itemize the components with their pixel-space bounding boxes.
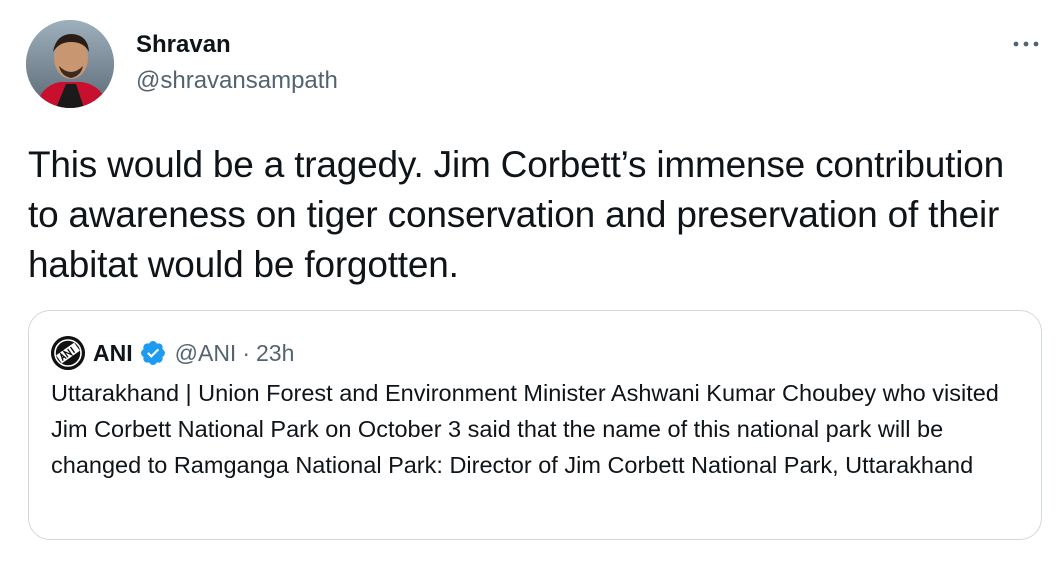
author-display-name[interactable]: Shravan [136, 30, 338, 60]
author-info: Shravan @shravansampath [136, 30, 338, 96]
quoted-tweet-timestamp[interactable]: 23h [256, 340, 294, 367]
quoted-tweet-header: ANI @ANI · 23h [51, 335, 294, 371]
quoted-tweet-card[interactable]: ANI @ANI · 23h Uttarakhand | Union Fores… [28, 310, 1042, 540]
ani-logo-avatar [51, 336, 85, 370]
tweet[interactable]: Shravan @shravansampath This would be a … [0, 0, 1064, 565]
more-options-button[interactable] [1010, 32, 1042, 56]
user-photo-avatar [26, 20, 114, 108]
quoted-tweet-text: Uttarakhand | Union Forest and Environme… [51, 380, 999, 478]
tweet-text: This would be a tragedy. Jim Corbett’s i… [28, 144, 1004, 285]
quoted-author-avatar[interactable] [51, 336, 85, 370]
author-handle[interactable]: @shravansampath [136, 66, 338, 96]
meta-separator: · [242, 339, 250, 366]
quoted-author-display-name[interactable]: ANI [93, 340, 133, 367]
ellipsis-icon [1013, 41, 1039, 47]
author-avatar[interactable] [26, 20, 114, 108]
verified-badge-icon [140, 341, 165, 365]
quoted-author-handle[interactable]: @ANI [175, 340, 237, 367]
